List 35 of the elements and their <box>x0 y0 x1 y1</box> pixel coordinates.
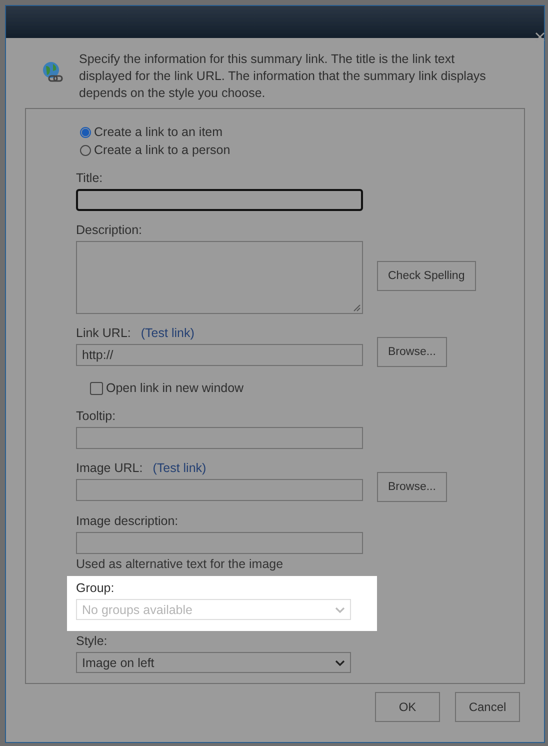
input-field[interactable] <box>76 532 363 554</box>
input-field[interactable] <box>76 427 363 449</box>
field-label: Tooltip: <box>76 409 116 423</box>
field-label: Title: <box>76 171 103 185</box>
field-label: Description: <box>76 223 142 237</box>
resize-grip-icon[interactable] <box>353 304 361 312</box>
input-field[interactable]: http:// <box>76 344 363 366</box>
checkbox-label[interactable]: Open link in new window <box>106 381 244 395</box>
close-icon[interactable] <box>535 32 545 42</box>
field-label: Image description: <box>76 514 178 528</box>
radio-label[interactable]: Create a link to an item <box>94 125 223 139</box>
radio-label[interactable]: Create a link to a person <box>94 143 230 157</box>
side-button[interactable]: Check Spelling <box>377 261 476 291</box>
test-link[interactable]: (Test link) <box>152 461 206 475</box>
chevron-icon <box>335 660 345 666</box>
ok-button[interactable]: OK <box>375 692 440 722</box>
side-button[interactable]: Browse... <box>377 337 447 367</box>
checkbox[interactable] <box>90 382 103 394</box>
field-label: Style: <box>76 634 108 648</box>
input-field[interactable] <box>76 479 363 501</box>
chevron-icon <box>335 606 345 612</box>
cancel-button[interactable]: Cancel <box>455 692 520 722</box>
radio-button[interactable] <box>80 144 91 156</box>
text-area[interactable] <box>76 241 363 314</box>
side-button[interactable]: Browse... <box>377 472 447 502</box>
field-label: Image URL: <box>76 461 143 475</box>
globe-link-icon <box>41 61 65 85</box>
help-text: Used as alternative text for the image <box>76 557 284 571</box>
field-label: Group: <box>76 581 114 595</box>
intro-text: Specify the information for this summary link. The title is the link text displayed for the link URL. The information that the summary link displays depends on the style you choose. <box>79 51 487 102</box>
test-link[interactable]: (Test link) <box>140 326 194 340</box>
field-label: Link URL: <box>76 326 131 340</box>
radio-button[interactable] <box>80 126 91 138</box>
input-field[interactable] <box>76 189 363 211</box>
dropdown[interactable]: Image on left <box>76 652 351 673</box>
